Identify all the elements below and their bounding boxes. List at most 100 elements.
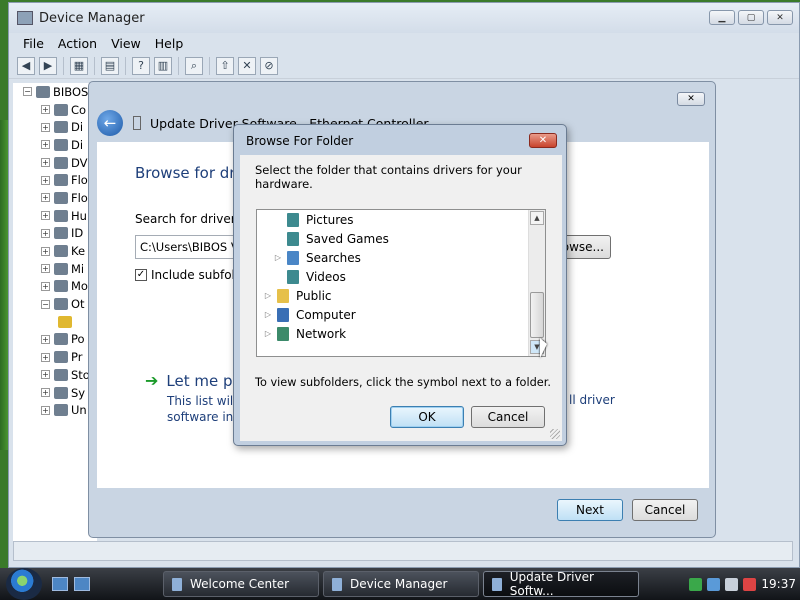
scan-hardware-icon[interactable]: ⌕ <box>185 56 203 75</box>
help-icon[interactable]: ? <box>132 56 150 75</box>
let-me-pick-link[interactable]: ➔ Let me pic <box>145 371 245 390</box>
taskbar-item-welcome-center[interactable]: Welcome Center <box>163 571 319 597</box>
tree-item[interactable]: + Mo <box>13 278 97 296</box>
tree-item[interactable]: + Po <box>13 331 97 349</box>
expand-icon[interactable]: + <box>41 352 50 362</box>
folder-item-saved-games[interactable]: Saved Games <box>287 229 389 248</box>
folder-item-videos[interactable]: Videos <box>287 267 346 286</box>
tree-item[interactable]: + ID <box>13 225 97 243</box>
safely-remove-icon[interactable] <box>707 577 721 591</box>
maximize-button[interactable]: ▢ <box>738 10 764 25</box>
include-subfolders-checkbox[interactable]: ✓ Include subfold <box>135 268 243 282</box>
clock[interactable]: 19:37 <box>761 577 796 591</box>
network-disconnected-icon[interactable] <box>725 577 739 591</box>
expand-icon[interactable]: + <box>41 140 50 150</box>
tree-item[interactable]: + Flo <box>13 171 97 189</box>
expand-icon[interactable]: + <box>41 122 50 132</box>
vertical-scrollbar[interactable]: ▲ ▼ <box>528 210 545 356</box>
dialog-instruction: Select the folder that contains drivers … <box>255 163 522 191</box>
resize-grip[interactable] <box>550 429 560 439</box>
tree-item[interactable]: + Pr <box>13 348 97 366</box>
expand-icon[interactable]: + <box>41 405 50 415</box>
expand-icon[interactable]: + <box>41 246 50 256</box>
folder-item-pictures[interactable]: Pictures <box>287 210 354 229</box>
forward-arrow-icon[interactable]: ▶ <box>39 56 57 75</box>
menu-action[interactable]: Action <box>58 36 97 51</box>
scrollbar-thumb[interactable] <box>530 292 544 338</box>
tree-item[interactable]: + Un <box>13 401 97 419</box>
tree-item[interactable]: + Hu <box>13 207 97 225</box>
minimize-button[interactable]: ▁ <box>709 10 735 25</box>
expand-icon[interactable]: + <box>41 281 50 291</box>
expand-icon[interactable]: + <box>41 211 50 221</box>
properties-icon[interactable]: ▤ <box>101 56 119 75</box>
scroll-up-arrow-icon[interactable]: ▲ <box>530 211 544 225</box>
start-button[interactable] <box>6 568 42 600</box>
tree-item[interactable]: + Sto <box>13 366 97 384</box>
folder-item-searches[interactable]: ▷ Searches <box>273 248 361 267</box>
expand-icon[interactable]: + <box>41 264 50 274</box>
next-button[interactable]: Next <box>557 499 623 521</box>
tree-root-label: BIBOS <box>53 84 89 99</box>
expand-icon[interactable]: + <box>41 334 50 344</box>
tree-item[interactable]: + Flo <box>13 189 97 207</box>
volume-muted-icon[interactable] <box>743 577 757 591</box>
show-hide-tree-icon[interactable]: ▦ <box>70 56 88 75</box>
menu-view[interactable]: View <box>111 36 141 51</box>
tree-item[interactable]: − Ot <box>13 295 97 313</box>
expand-arrow-icon[interactable]: ▷ <box>263 291 273 300</box>
uninstall-icon[interactable]: ✕ <box>238 56 256 75</box>
driver-path-input[interactable]: C:\Users\BIBOS VI <box>135 235 245 259</box>
details-icon[interactable]: ▥ <box>154 56 172 75</box>
expand-icon[interactable]: + <box>41 193 50 203</box>
close-button[interactable]: ✕ <box>767 10 793 25</box>
ok-button[interactable]: OK <box>390 406 464 428</box>
wizard-cancel-button[interactable]: Cancel <box>632 499 698 521</box>
expand-icon[interactable]: + <box>41 158 50 168</box>
wizard-close-button[interactable]: ✕ <box>677 92 705 106</box>
tree-item[interactable]: + Di <box>13 136 97 154</box>
disable-icon[interactable]: ⊘ <box>260 56 278 75</box>
security-shield-icon[interactable] <box>689 577 703 591</box>
menu-help[interactable]: Help <box>155 36 184 51</box>
folder-item-computer[interactable]: ▷ Computer <box>263 305 356 324</box>
show-desktop-icon[interactable] <box>52 577 68 591</box>
back-arrow-icon[interactable]: ◀ <box>17 56 35 75</box>
dialog-cancel-button[interactable]: Cancel <box>471 406 545 428</box>
tree-item-label: Ot <box>71 297 85 312</box>
menu-file[interactable]: File <box>23 36 44 51</box>
expand-arrow-icon[interactable]: ▷ <box>263 310 273 319</box>
tree-item[interactable]: + DV <box>13 154 97 172</box>
expand-icon[interactable]: + <box>41 388 50 398</box>
collapse-icon[interactable]: − <box>41 299 50 309</box>
taskbar-item-update-driver[interactable]: Update Driver Softw... <box>483 570 639 598</box>
folder-item-network[interactable]: ▷ Network <box>263 324 346 343</box>
taskbar-item-device-manager[interactable]: Device Manager <box>323 571 479 597</box>
expand-arrow-icon[interactable]: ▷ <box>273 253 283 262</box>
tree-item-label: Mi <box>71 261 85 276</box>
tree-root[interactable]: − BIBOS <box>13 83 97 101</box>
device-icon <box>54 121 68 134</box>
checkbox-checked-icon[interactable]: ✓ <box>135 269 147 281</box>
collapse-icon[interactable]: − <box>23 87 32 97</box>
dialog-close-button[interactable]: ✕ <box>529 133 557 148</box>
device-manager-titlebar[interactable]: Device Manager <box>9 3 799 33</box>
tree-item-label: Di <box>71 137 84 152</box>
back-icon[interactable]: ← <box>97 110 123 136</box>
tree-item[interactable]: + Ke <box>13 242 97 260</box>
tree-item[interactable]: + Sy <box>13 384 97 402</box>
switch-windows-icon[interactable] <box>74 577 90 591</box>
expand-icon[interactable]: + <box>41 175 50 185</box>
tree-item[interactable]: + Mi <box>13 260 97 278</box>
tree-item[interactable]: + Co <box>13 101 97 119</box>
tree-item[interactable] <box>13 313 97 331</box>
expand-arrow-icon[interactable]: ▷ <box>263 329 273 338</box>
tree-item-label: DV <box>71 155 88 170</box>
expand-icon[interactable]: + <box>41 228 50 238</box>
expand-icon[interactable]: + <box>41 105 50 115</box>
update-driver-icon[interactable]: ⇧ <box>216 56 234 75</box>
expand-icon[interactable]: + <box>41 370 50 380</box>
toolbar-separator <box>63 56 64 75</box>
tree-item[interactable]: + Di <box>13 118 97 136</box>
folder-item-public[interactable]: ▷ Public <box>263 286 332 305</box>
